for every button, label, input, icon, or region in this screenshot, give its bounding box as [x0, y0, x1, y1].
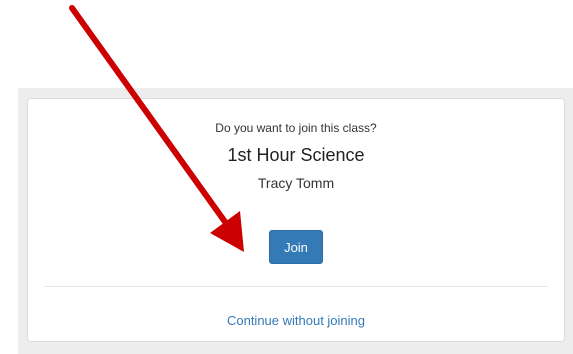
class-name: 1st Hour Science	[227, 145, 365, 165]
join-question: Do you want to join this class?	[215, 121, 377, 135]
join-button[interactable]: Join	[269, 230, 323, 264]
divider	[44, 286, 548, 287]
page: Do you want to join this class? 1st Hour…	[0, 0, 573, 354]
join-class-card: Do you want to join this class? 1st Hour…	[27, 98, 565, 342]
continue-without-joining-link[interactable]: Continue without joining	[28, 313, 564, 328]
teacher-name: Tracy Tomm	[257, 175, 335, 191]
